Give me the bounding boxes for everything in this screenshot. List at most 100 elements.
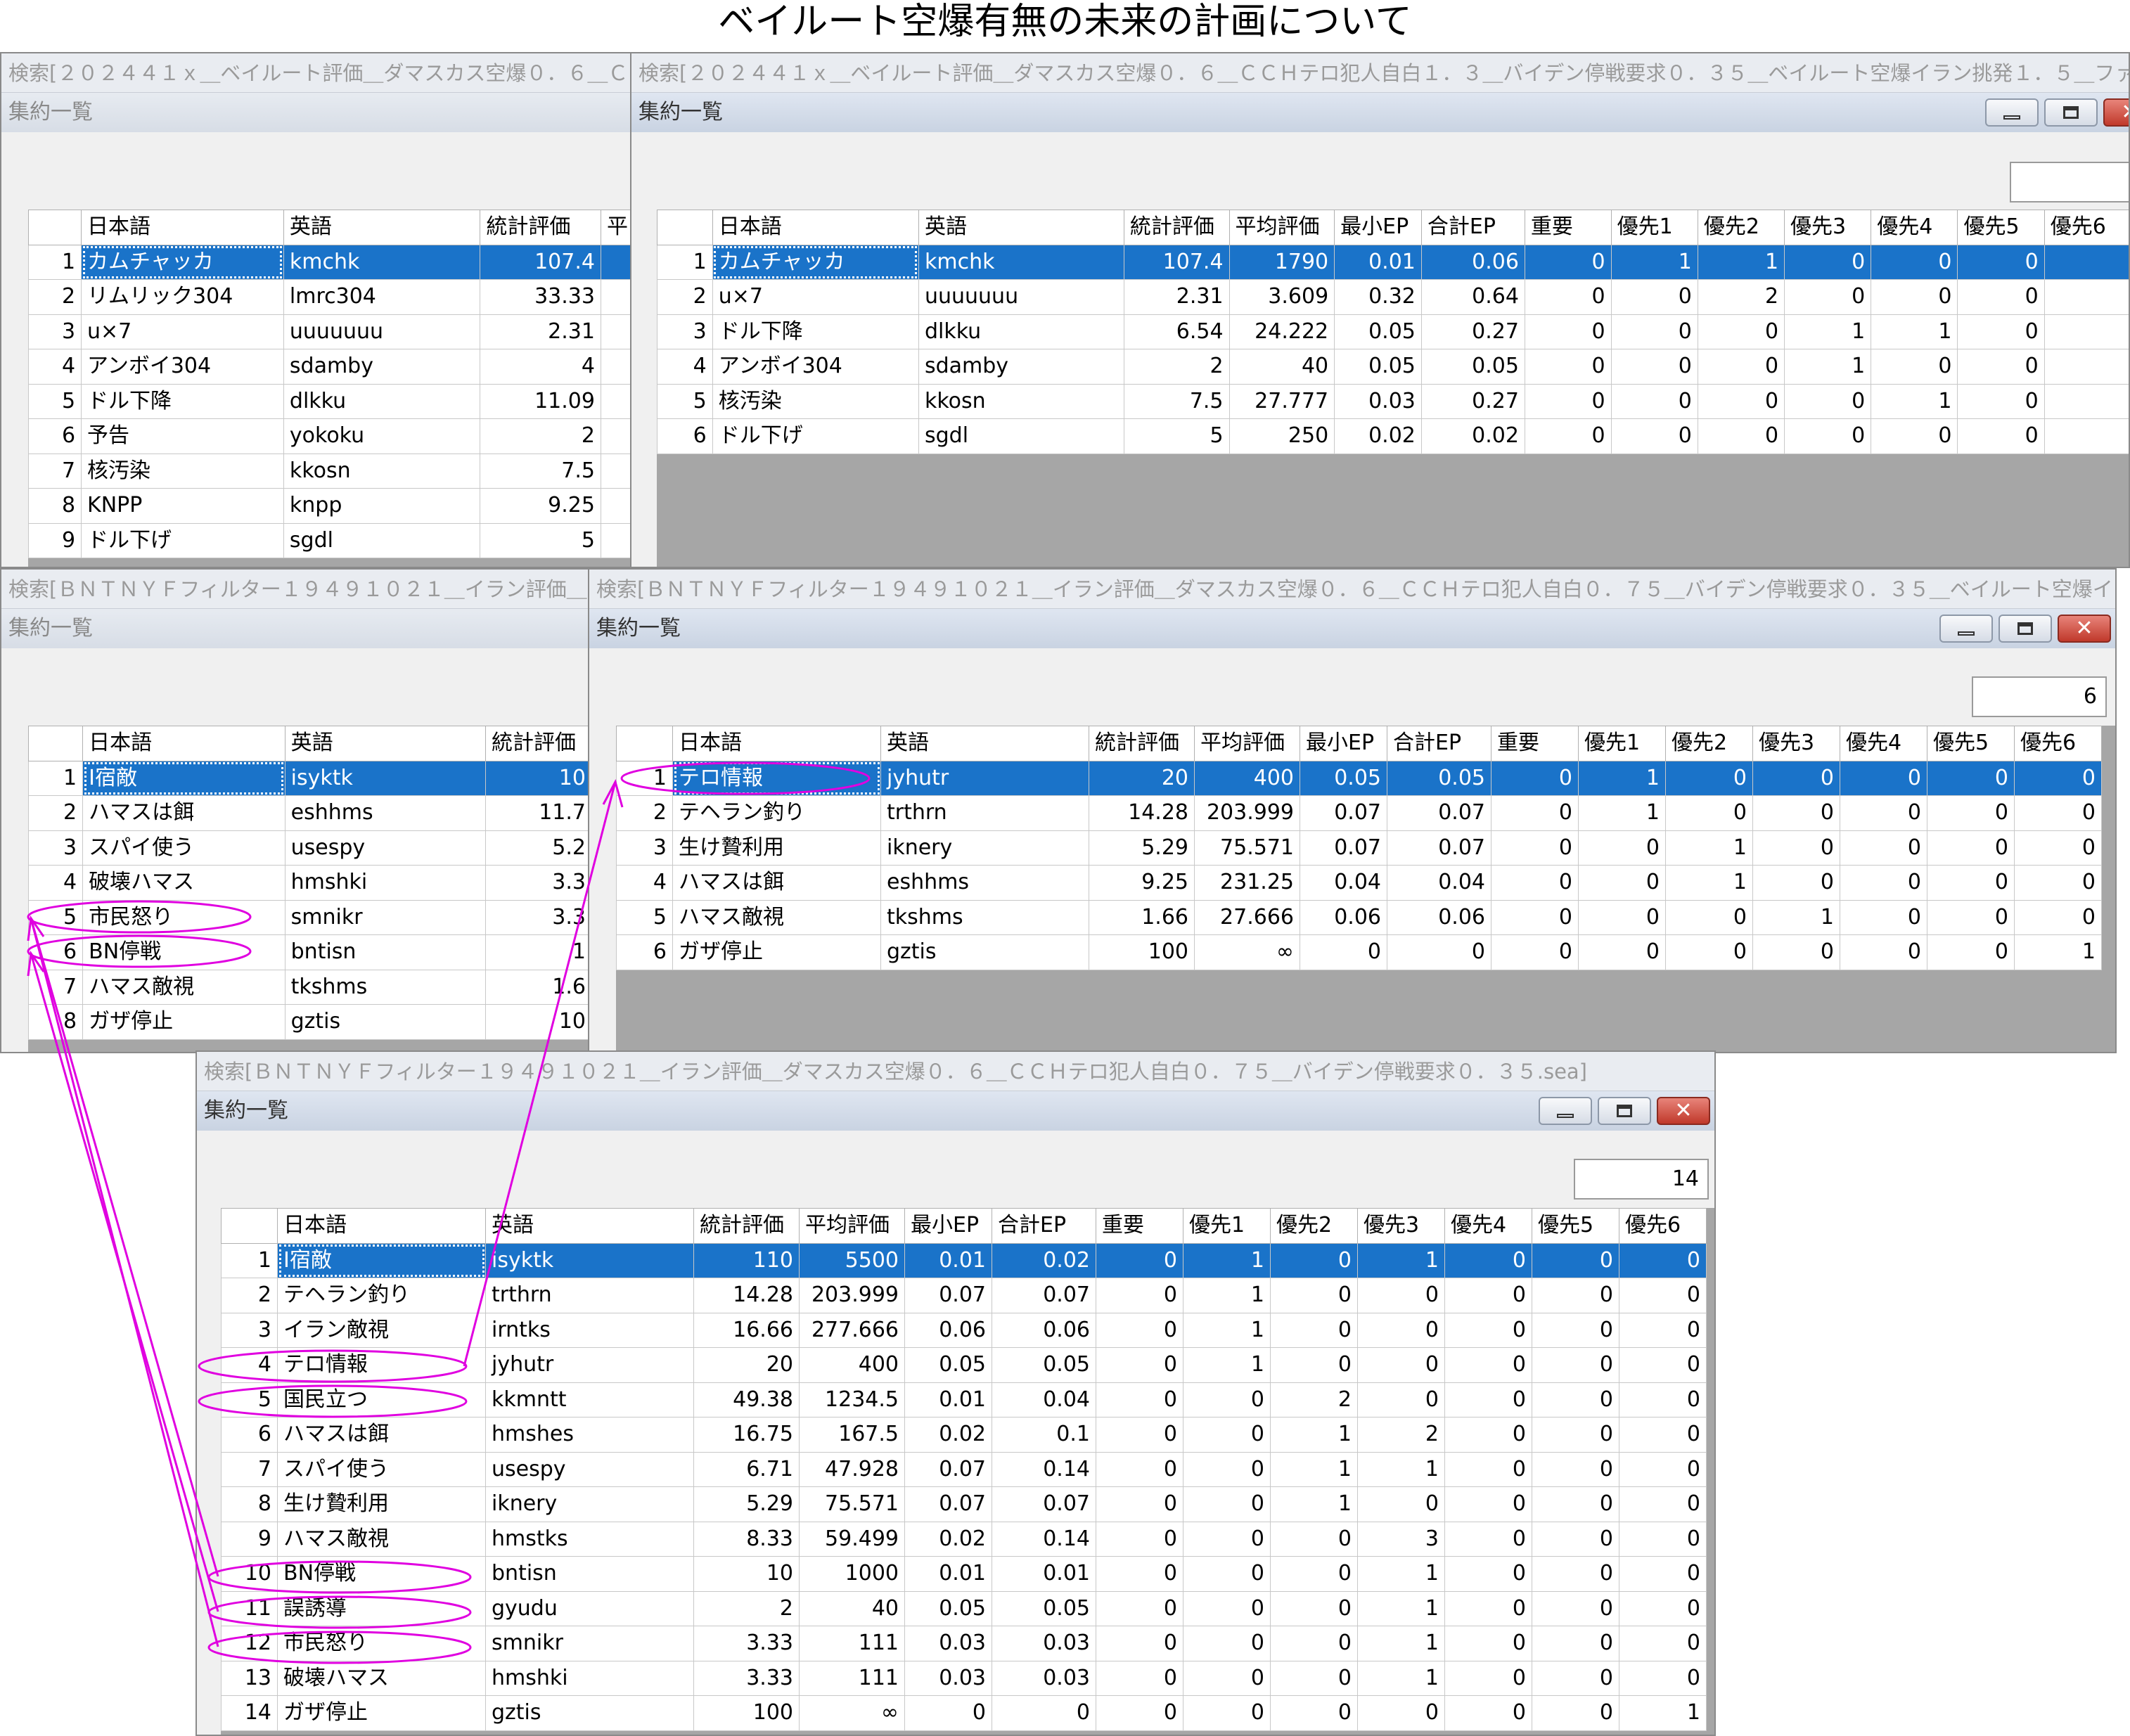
table-row[interactable]: 2 u×7 uuuuuuu 2.31 3.609 0.32 0.64 0 0 2 0 0 0: [657, 279, 2129, 315]
table-cell[interactable]: 0: [1784, 418, 1872, 454]
table-cell[interactable]: 3.3: [485, 865, 589, 901]
table-cell[interactable]: 231.25: [1194, 865, 1300, 901]
window-middle-left[interactable]: 検索[ＢＮＴＮＹＦフィルター１９４９１０２１＿イラン評価＿ダマ 集約一覧 日本語…: [0, 568, 591, 1053]
table-cell[interactable]: 0: [1183, 1660, 1271, 1696]
table-cell[interactable]: smnikr: [485, 1626, 694, 1661]
table-cell[interactable]: 0: [1578, 865, 1666, 901]
table-cell[interactable]: 1: [1697, 244, 1785, 280]
table-cell[interactable]: 5.2: [485, 830, 589, 866]
table-cell[interactable]: 0: [1183, 1486, 1271, 1522]
table-cell[interactable]: 2: [1697, 279, 1785, 315]
table-cell[interactable]: 0: [1183, 1695, 1271, 1731]
table-cell[interactable]: 1234.5: [799, 1382, 905, 1417]
table-cell[interactable]: hmshki: [485, 1660, 694, 1696]
table-cell[interactable]: 0: [1957, 383, 2045, 419]
table-cell[interactable]: 0: [1532, 1626, 1619, 1661]
table-cell[interactable]: 0.06: [1420, 244, 1525, 280]
table-cell[interactable]: 0: [1444, 1486, 1532, 1522]
table-cell[interactable]: KNPP: [81, 488, 284, 524]
table-cell[interactable]: 0: [1619, 1382, 1707, 1417]
table-cell[interactable]: 0: [1532, 1521, 1619, 1557]
table-cell[interactable]: 1: [1578, 760, 1666, 796]
table-cell[interactable]: 0: [1096, 1660, 1183, 1696]
table-row[interactable]: 7 スパイ使う usespy 6.71 47.928 0.07 0.14 0 0 1 1 0 0 0: [221, 1451, 1707, 1487]
column-header[interactable]: 優先1: [1610, 210, 1698, 245]
table-cell[interactable]: 3.3: [485, 899, 589, 935]
column-header[interactable]: 優先6: [1619, 1208, 1707, 1244]
column-header[interactable]: 優先3: [1784, 210, 1872, 245]
data-grid[interactable]: 日本語 英語 統計評価 1 I宿敵 isyktk 10 2 ハマスは餌 eshhms 11.7 3 スパ…: [27, 726, 589, 1052]
table-cell[interactable]: 0: [2014, 760, 2102, 796]
column-header[interactable]: 英語: [880, 726, 1089, 761]
table-cell[interactable]: 0: [992, 1695, 1096, 1731]
column-header[interactable]: 最小EP: [1334, 210, 1422, 245]
row-index[interactable]: 1: [27, 244, 82, 280]
table-cell[interactable]: 0: [1697, 383, 1785, 419]
count-field[interactable]: [2010, 162, 2129, 202]
row-index[interactable]: 5: [27, 383, 82, 419]
table-cell[interactable]: 0: [1532, 1242, 1619, 1278]
table-cell[interactable]: 0: [1927, 899, 2015, 935]
table-cell[interactable]: 2: [1270, 1382, 1358, 1417]
table-cell[interactable]: sgdl: [283, 522, 481, 558]
table-cell[interactable]: 0: [1096, 1347, 1183, 1383]
table-cell[interactable]: 0: [1183, 1626, 1271, 1661]
table-cell[interactable]: yokoku: [283, 418, 481, 454]
table-cell[interactable]: 0.02: [1334, 418, 1422, 454]
row-index[interactable]: 3: [27, 830, 84, 866]
table-cell[interactable]: 40: [1228, 349, 1335, 385]
table-cell[interactable]: 0: [1619, 1347, 1707, 1383]
table-cell[interactable]: sdamby: [918, 349, 1124, 385]
table-cell[interactable]: lmrc304: [283, 279, 481, 315]
table-cell[interactable]: 2.31: [1123, 279, 1230, 315]
row-index[interactable]: 13: [221, 1660, 278, 1696]
table-cell[interactable]: 100: [693, 1695, 800, 1731]
column-header[interactable]: 統計評価: [480, 210, 601, 245]
table-cell[interactable]: [2044, 314, 2129, 349]
row-index[interactable]: 4: [616, 865, 673, 901]
table-cell[interactable]: 0: [1270, 1521, 1358, 1557]
table-cell[interactable]: [2044, 383, 2129, 419]
table-cell[interactable]: 0: [1532, 1486, 1619, 1522]
column-header[interactable]: 優先5: [1957, 210, 2045, 245]
table-cell[interactable]: 7.5: [480, 453, 601, 489]
table-cell[interactable]: 1.66: [1089, 899, 1195, 935]
table-cell[interactable]: 2: [1123, 349, 1230, 385]
minimize-button[interactable]: [1939, 615, 1993, 643]
row-index[interactable]: 1: [27, 760, 84, 796]
table-cell[interactable]: 0: [1444, 1382, 1532, 1417]
column-header[interactable]: 日本語: [81, 210, 284, 245]
table-cell[interactable]: 0: [1578, 934, 1666, 970]
table-cell[interactable]: 0: [1927, 760, 2015, 796]
table-row[interactable]: 13 破壊ハマス hmshki 3.33 111 0.03 0.03 0 0 0 1 0 0 0: [221, 1660, 1707, 1696]
table-cell[interactable]: 0: [1619, 1451, 1707, 1487]
column-header[interactable]: 優先6: [2014, 726, 2102, 761]
table-row[interactable]: 7 核汚染 kkosn 7.5: [27, 453, 631, 489]
table-cell[interactable]: 0: [1357, 1695, 1445, 1731]
table-cell[interactable]: 0: [1840, 795, 1927, 831]
table-cell[interactable]: 0: [1357, 1486, 1445, 1522]
table-cell[interactable]: 0: [1444, 1242, 1532, 1278]
table-cell[interactable]: 24.222: [1228, 314, 1335, 349]
table-cell[interactable]: ドル下降: [81, 383, 284, 419]
table-cell[interactable]: 9.25: [1089, 865, 1195, 901]
table-cell[interactable]: 1.6: [485, 969, 589, 1005]
table-cell[interactable]: スパイ使う: [82, 830, 286, 866]
table-row[interactable]: 2 テヘラン釣り trthrn 14.28 203.999 0.07 0.07 0 1 0 0 0 0 0: [616, 795, 2102, 831]
table-cell[interactable]: 1: [1270, 1417, 1358, 1453]
table-cell[interactable]: ∞: [1194, 934, 1300, 970]
table-cell[interactable]: 核汚染: [712, 383, 919, 419]
column-header[interactable]: 優先3: [1752, 726, 1840, 761]
table-cell[interactable]: 0: [1491, 865, 1579, 901]
table-cell[interactable]: [600, 349, 631, 385]
table-cell[interactable]: tkshms: [284, 969, 486, 1005]
table-cell[interactable]: 0: [1444, 1556, 1532, 1592]
table-cell[interactable]: 1: [1183, 1312, 1271, 1348]
table-cell[interactable]: 5: [1123, 418, 1230, 454]
table-cell[interactable]: ガザ停止: [277, 1695, 486, 1731]
table-cell[interactable]: 0.27: [1420, 314, 1525, 349]
table-cell[interactable]: 0: [1270, 1278, 1358, 1313]
table-cell[interactable]: 0: [1784, 244, 1872, 280]
window-middle-right[interactable]: 検索[ＢＮＴＮＹＦフィルター１９４９１０２１＿イラン評価＿ダマスカス空爆０．６＿…: [588, 568, 2117, 1053]
column-header[interactable]: 優先6: [2044, 210, 2129, 245]
